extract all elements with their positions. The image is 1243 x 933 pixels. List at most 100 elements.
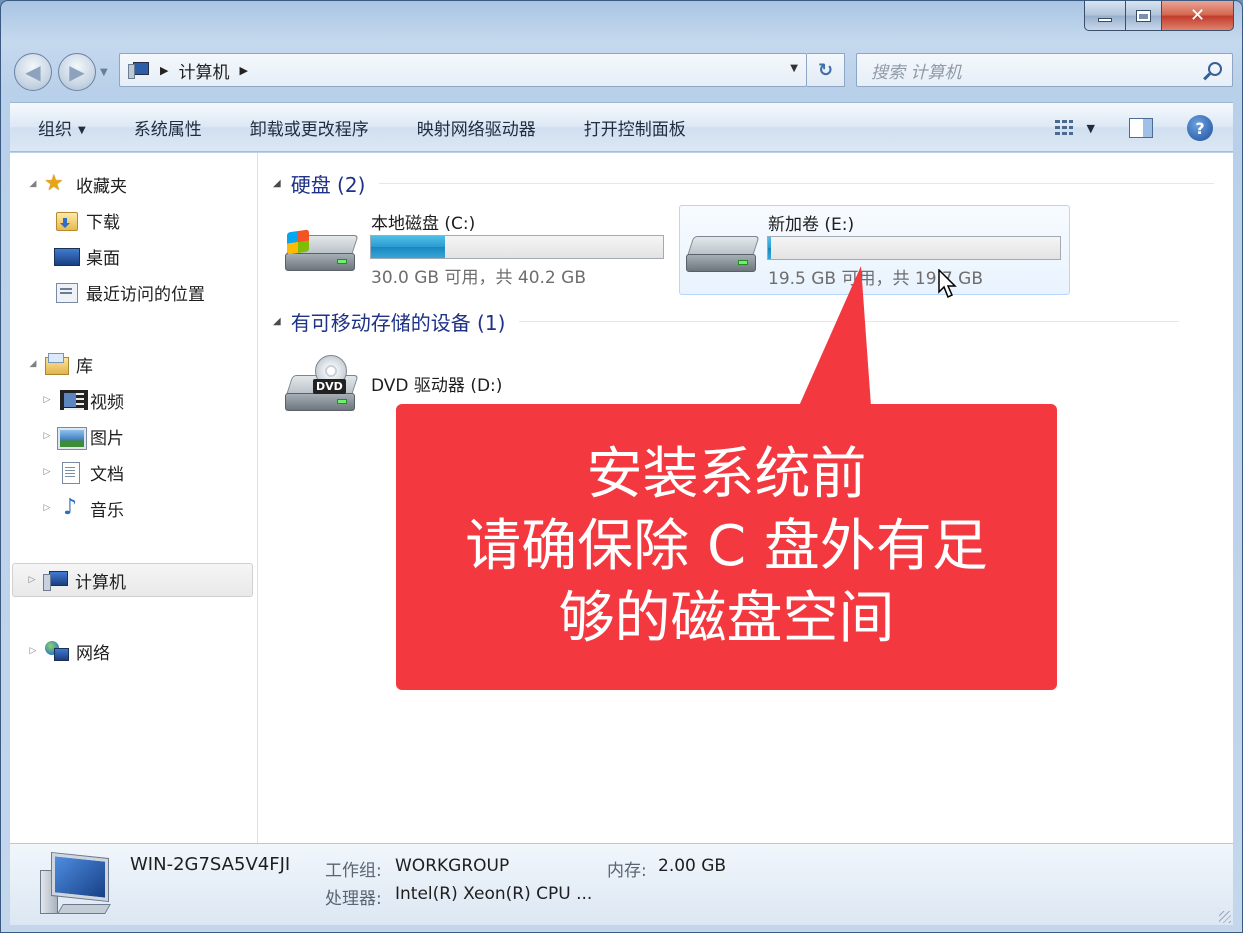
organize-label: 组织 [38, 119, 72, 140]
dvd-drive-icon: DVD [285, 355, 359, 411]
dvd-badge: DVD [313, 379, 346, 394]
expand-icon[interactable]: ▷ [40, 395, 54, 405]
help-icon[interactable]: ? [1187, 115, 1213, 141]
minimize-icon [1098, 17, 1112, 22]
nav-computer-label: 计算机 [75, 572, 126, 593]
callout-line: 够的磁盘空间 [558, 586, 895, 651]
nav-videos[interactable]: ▷ 视频 [24, 383, 124, 417]
group-divider [379, 183, 1215, 184]
system-properties-button[interactable]: 系统属性 [110, 115, 226, 140]
nav-network-label: 网络 [76, 643, 110, 664]
mouse-cursor-icon [938, 269, 957, 299]
computer-icon [43, 569, 68, 591]
callout-pointer [799, 266, 871, 406]
recent-places-icon [54, 281, 78, 303]
view-options-dropdown[interactable]: ▼ [1087, 122, 1095, 135]
maximize-icon [1136, 9, 1151, 22]
close-icon: ✕ [1189, 5, 1206, 26]
change-view-icon[interactable] [1054, 119, 1073, 137]
expand-icon[interactable]: ▷ [40, 503, 54, 513]
nav-computer[interactable]: ▷ 计算机 [12, 563, 253, 597]
nav-videos-label: 视频 [90, 392, 124, 413]
caption-buttons: ✕ [1084, 1, 1234, 31]
callout-line: 请确保除 C 盘外有足 [465, 514, 988, 579]
nav-recent-places-label: 最近访问的位置 [86, 284, 205, 305]
memory-value: 2.00 GB [658, 856, 727, 876]
documents-icon [58, 461, 82, 484]
help-glyph: ? [1195, 118, 1205, 138]
open-control-panel-button[interactable]: 打开控制面板 [560, 115, 710, 140]
preview-pane-icon[interactable] [1129, 118, 1153, 138]
group-header-hard-disks[interactable]: ◢ 硬盘 (2) [273, 169, 1215, 198]
breadcrumb-separator-icon[interactable]: ▶ [160, 64, 168, 77]
group-header-label: 有可移动存储的设备 (1) [290, 311, 506, 335]
drive-name: 新加卷 (E:) [768, 215, 855, 235]
drive-usage-fill [768, 237, 771, 259]
nav-libraries[interactable]: ◢ 库 [10, 347, 93, 381]
nav-desktop[interactable]: 桌面 [54, 239, 120, 273]
memory-label: 内存: [607, 861, 647, 881]
close-button[interactable]: ✕ [1162, 1, 1234, 31]
expand-icon[interactable]: ▷ [26, 646, 40, 656]
nav-documents[interactable]: ▷ 文档 [24, 455, 124, 489]
expand-icon[interactable]: ▷ [40, 431, 54, 441]
back-button[interactable]: ◀ [14, 53, 52, 91]
resize-grip[interactable] [1219, 911, 1231, 923]
nav-recent-places[interactable]: 最近访问的位置 [54, 275, 205, 309]
processor-label: 处理器: [325, 889, 382, 909]
address-dropdown-icon[interactable]: ▼ [790, 63, 798, 74]
map-network-drive-button[interactable]: 映射网络驱动器 [393, 115, 560, 140]
explorer-window: ✕ ◀ ▶ ▼ ▶ 计算机 ▶ ▼ ↻ 搜索 计算机 组织 ▼ 系统属性 卸载或更… [0, 0, 1243, 933]
computer-name: WIN-2G7SA5V4FJI [130, 854, 291, 875]
collapse-icon[interactable]: ◢ [26, 179, 40, 189]
videos-icon [58, 389, 88, 411]
refresh-button[interactable]: ↻ [807, 53, 845, 87]
breadcrumb-separator-icon[interactable]: ▶ [239, 64, 247, 77]
processor-value: Intel(R) Xeon(R) CPU ... [395, 884, 593, 904]
recent-pages-dropdown[interactable]: ▼ [100, 67, 108, 78]
search-input[interactable]: 搜索 计算机 [856, 53, 1233, 87]
nav-favorites[interactable]: ◢ ★ 收藏夹 [10, 167, 127, 201]
desktop-icon [54, 245, 80, 267]
workgroup-label: 工作组: [325, 861, 382, 881]
hard-disk-icon [686, 232, 760, 278]
computer-icon [128, 62, 150, 79]
group-header-removable[interactable]: ◢ 有可移动存储的设备 (1) [273, 307, 1180, 336]
libraries-icon [44, 353, 69, 375]
collapse-icon[interactable]: ◢ [26, 359, 40, 369]
nav-downloads-label: 下载 [86, 212, 120, 233]
star-icon: ★ [44, 171, 64, 196]
collapse-icon: ◢ [273, 178, 281, 189]
nav-network[interactable]: ▷ 网络 [10, 634, 110, 668]
collapse-icon: ◢ [273, 316, 281, 327]
organize-menu[interactable]: 组织 ▼ [10, 115, 110, 140]
expand-icon[interactable]: ▷ [40, 467, 54, 477]
refresh-icon: ↻ [817, 59, 834, 81]
minimize-button[interactable] [1084, 1, 1126, 31]
navigation-pane: ◢ ★ 收藏夹 下载 桌面 最近访问的位置 ◢ 库 ▷ 视频 ▷ 图片 ▷ 文档… [10, 153, 258, 843]
uninstall-program-button[interactable]: 卸载或更改程序 [226, 115, 393, 140]
forward-button[interactable]: ▶ [58, 53, 96, 91]
drive-usage-bar [370, 235, 664, 259]
nav-music[interactable]: ▷ ♪ 音乐 [24, 491, 124, 525]
network-icon [44, 640, 69, 662]
nav-desktop-label: 桌面 [86, 248, 120, 269]
maximize-button[interactable] [1126, 1, 1162, 31]
nav-pictures[interactable]: ▷ 图片 [24, 419, 124, 453]
drive-c[interactable]: 本地磁盘 (C:) 30.0 GB 可用，共 40.2 GB [279, 205, 675, 295]
navigation-bar: ◀ ▶ ▼ ▶ 计算机 ▶ ▼ ↻ 搜索 计算机 [1, 47, 1242, 97]
expand-icon[interactable]: ▷ [25, 575, 39, 585]
back-arrow-icon: ◀ [25, 60, 41, 84]
command-bar: 组织 ▼ 系统属性 卸载或更改程序 映射网络驱动器 打开控制面板 ▼ ? [10, 102, 1233, 152]
address-bar[interactable]: ▶ 计算机 ▶ ▼ [119, 53, 807, 87]
breadcrumb-computer[interactable]: 计算机 [178, 58, 229, 83]
command-bar-right: ▼ ? [1054, 103, 1233, 153]
nav-documents-label: 文档 [90, 464, 124, 485]
nav-pictures-label: 图片 [90, 428, 124, 449]
drive-usage-fill [371, 236, 446, 258]
windows-logo-icon [287, 229, 309, 255]
workgroup-value: WORKGROUP [395, 856, 510, 876]
nav-downloads[interactable]: 下载 [54, 203, 120, 237]
drive-name: 本地磁盘 (C:) [371, 214, 476, 234]
nav-libraries-label: 库 [76, 356, 93, 377]
